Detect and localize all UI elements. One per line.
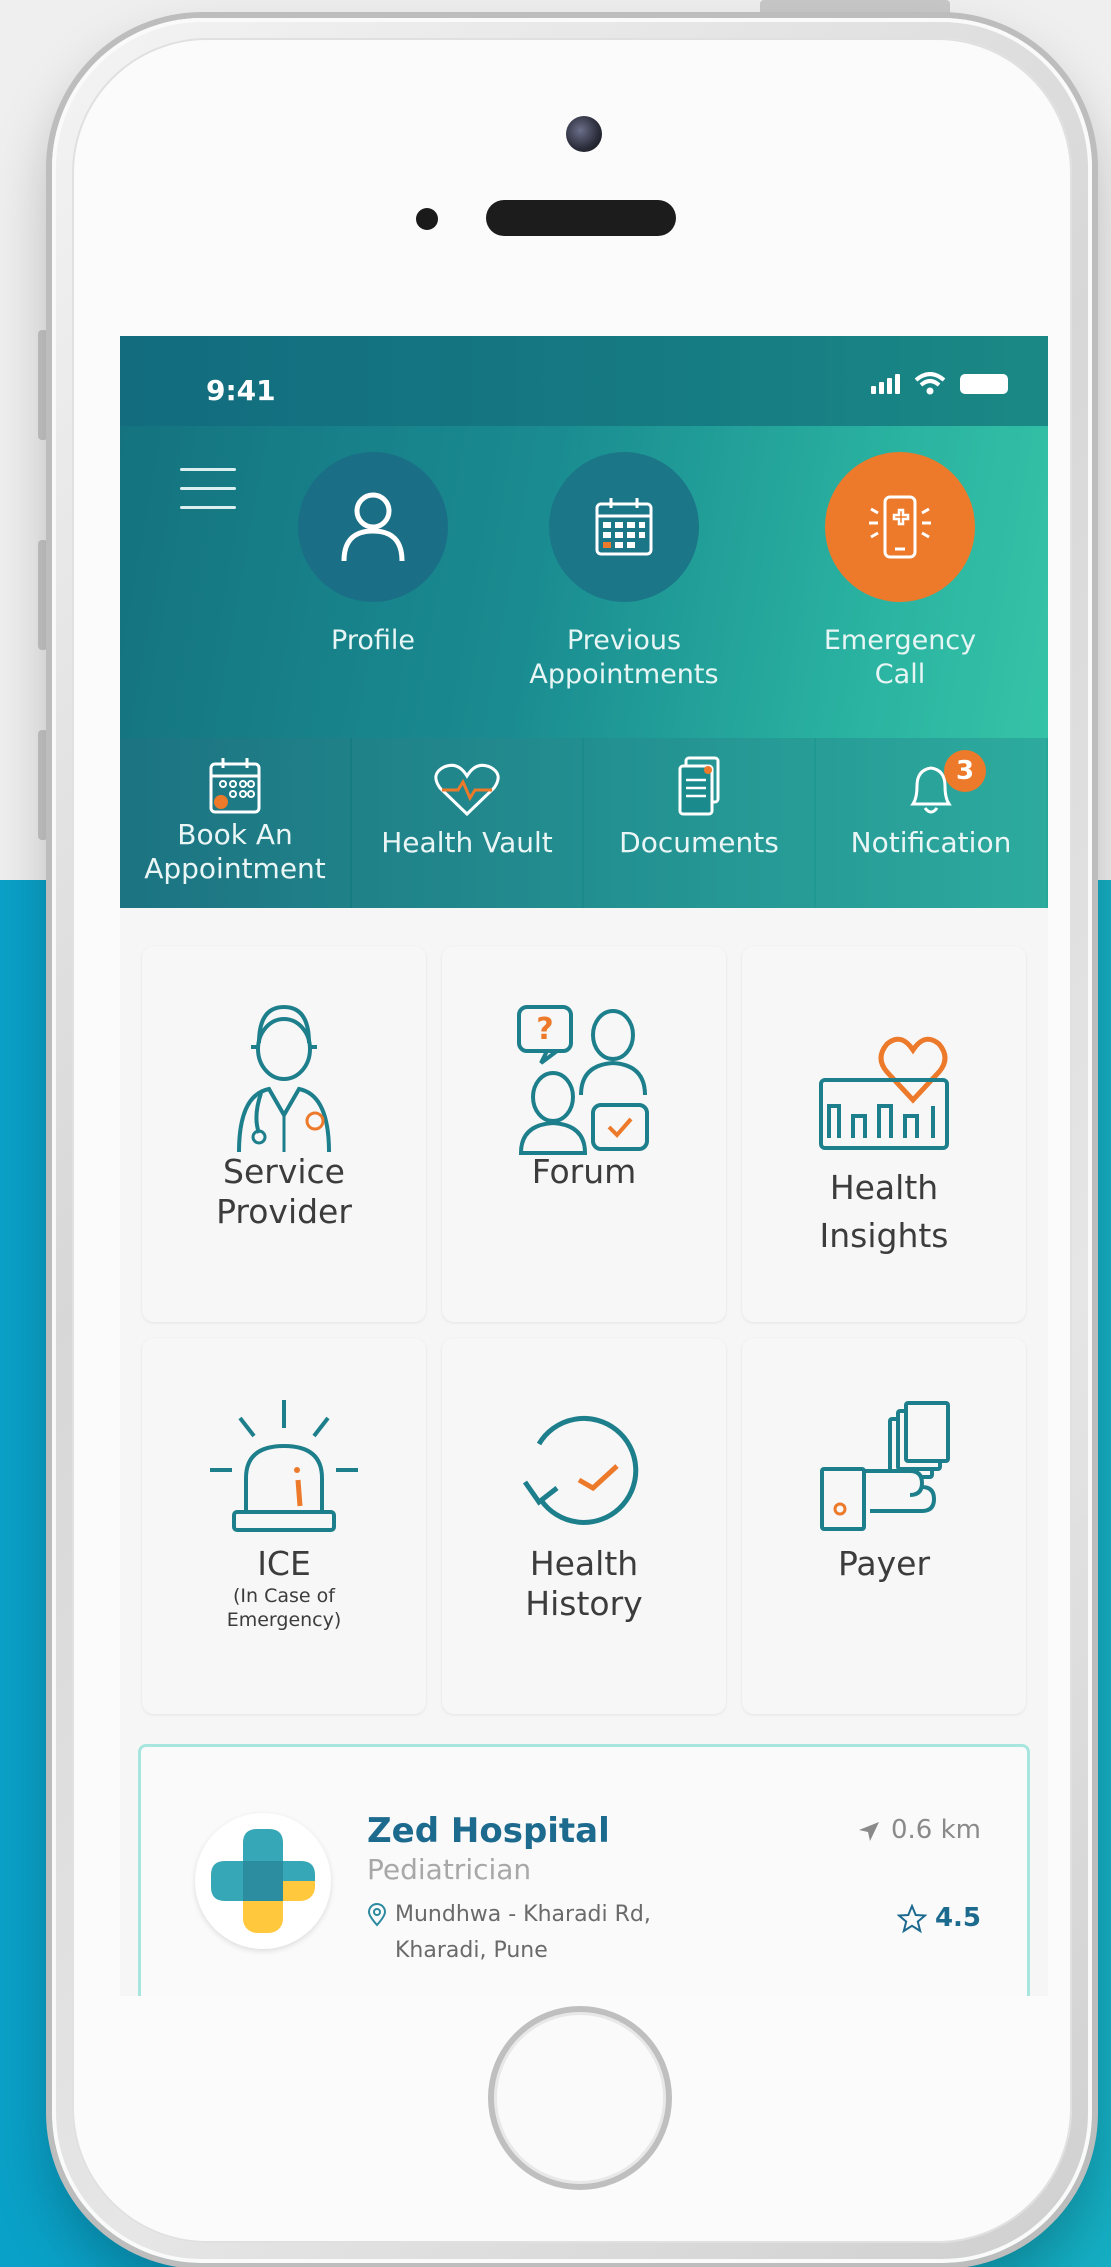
- health-vault-label: Health Vault: [381, 826, 553, 859]
- status-time: 9:41: [206, 374, 276, 407]
- documents-button[interactable]: Documents: [584, 738, 814, 908]
- emergency-call-circle: [825, 452, 975, 602]
- history-clock-icon: [522, 1415, 639, 1525]
- front-camera: [566, 116, 602, 152]
- book-label-line2: Appointment: [144, 852, 326, 885]
- hospital-specialty: Pediatrician: [367, 1853, 532, 1886]
- health-history-line2: History: [525, 1584, 643, 1623]
- profile-button[interactable]: Profile: [288, 452, 458, 658]
- silent-switch: [38, 330, 48, 440]
- signal-icon: [871, 374, 900, 394]
- calendar-icon: [595, 498, 653, 556]
- ice-label: ICE: [257, 1544, 311, 1583]
- documents-label: Documents: [619, 826, 779, 859]
- service-provider-tile[interactable]: Service Provider: [142, 946, 426, 1322]
- distance-value: 0.6 km: [891, 1815, 981, 1845]
- document-icon: [678, 756, 720, 816]
- hospital-rating: 4.5: [896, 1902, 981, 1934]
- hospital-distance: 0.6 km: [857, 1815, 981, 1845]
- service-provider-line2: Provider: [216, 1192, 352, 1231]
- app-screen: 9:41 Profile Previous Appointments Emerg…: [120, 336, 1048, 1996]
- health-insights-line1: Health: [829, 1168, 939, 1207]
- profile-label: Profile: [331, 625, 415, 656]
- rating-value: 4.5: [934, 1903, 981, 1933]
- heart-chart-icon: [819, 1036, 949, 1150]
- siren-icon: [210, 1400, 358, 1532]
- previous-label-line2: Appointments: [529, 659, 719, 690]
- forum-tile[interactable]: ? Forum: [442, 946, 726, 1322]
- notification-count-badge: 3: [944, 750, 986, 792]
- hamburger-menu-icon[interactable]: [180, 468, 236, 510]
- emergency-call-label: Emergency Call: [800, 624, 1000, 692]
- home-button[interactable]: [488, 2006, 672, 2190]
- emergency-label-line2: Call: [874, 659, 926, 690]
- book-label-line1: Book An: [177, 818, 293, 851]
- health-vault-button[interactable]: Health Vault: [352, 738, 582, 908]
- location-pin-icon: [367, 1903, 387, 1927]
- navigation-arrow-icon: [859, 1821, 879, 1841]
- volume-up-button: [38, 540, 48, 650]
- previous-appointments-button[interactable]: Previous Appointments: [514, 452, 734, 692]
- hospital-cross-icon: [211, 1829, 315, 1933]
- health-history-line1: Health: [529, 1544, 639, 1583]
- app-header: Profile Previous Appointments Emergency …: [120, 426, 1048, 738]
- previous-appointments-circle: [549, 452, 699, 602]
- payer-tile[interactable]: Payer: [742, 1338, 1026, 1714]
- ice-tile[interactable]: ICE (In Case of Emergency): [142, 1338, 426, 1714]
- ice-sub-line2: Emergency): [226, 1609, 342, 1631]
- address-line2: Kharadi, Pune: [395, 1938, 548, 1963]
- calendar-booking-icon: [209, 758, 261, 814]
- volume-down-button: [38, 730, 48, 840]
- emergency-phone-icon: [869, 495, 931, 559]
- wifi-icon: [914, 372, 946, 395]
- status-bar: 9:41: [120, 336, 1048, 426]
- earpiece-speaker: [486, 200, 676, 236]
- profile-circle: [298, 452, 448, 602]
- payer-label: Payer: [837, 1544, 931, 1583]
- status-icons: [871, 372, 1008, 396]
- emergency-label-line1: Emergency: [823, 625, 977, 656]
- battery-icon: [960, 374, 1008, 394]
- notification-label: Notification: [850, 826, 1012, 859]
- svg-text:?: ?: [536, 1012, 553, 1047]
- forum-chat-icon: ?: [517, 1005, 649, 1155]
- star-icon: [896, 1902, 928, 1933]
- forum-label: Forum: [531, 1152, 637, 1191]
- doctor-icon: [237, 1004, 331, 1153]
- previous-appointments-label: Previous Appointments: [514, 624, 734, 692]
- health-insights-tile[interactable]: Health Insights: [742, 946, 1026, 1322]
- proximity-sensor: [416, 208, 438, 230]
- hospital-address: Mundhwa - Kharadi Rd, Kharadi, Pune: [367, 1897, 697, 1969]
- book-appointment-button[interactable]: Book An Appointment: [120, 738, 350, 908]
- hospital-name[interactable]: Zed Hospital: [367, 1811, 610, 1851]
- ice-sub-line1: (In Case of: [233, 1585, 335, 1607]
- heart-pulse-icon: [434, 763, 500, 817]
- previous-label-line1: Previous: [566, 625, 682, 656]
- user-icon: [341, 492, 405, 562]
- hospital-logo: [195, 1813, 331, 1949]
- address-line1: Mundhwa - Kharadi Rd,: [395, 1902, 651, 1927]
- payment-hand-icon: [820, 1401, 950, 1531]
- quick-actions-bar: Book An Appointment Health Vault Documen…: [120, 738, 1048, 908]
- hospital-card[interactable]: Zed Hospital Pediatrician Mundhwa - Khar…: [138, 1744, 1030, 1996]
- emergency-call-button[interactable]: Emergency Call: [800, 452, 1000, 692]
- service-provider-line1: Service: [223, 1152, 345, 1191]
- health-insights-line2: Insights: [819, 1216, 949, 1255]
- notification-button[interactable]: 3 Notification: [816, 738, 1046, 908]
- health-history-tile[interactable]: Health History: [442, 1338, 726, 1714]
